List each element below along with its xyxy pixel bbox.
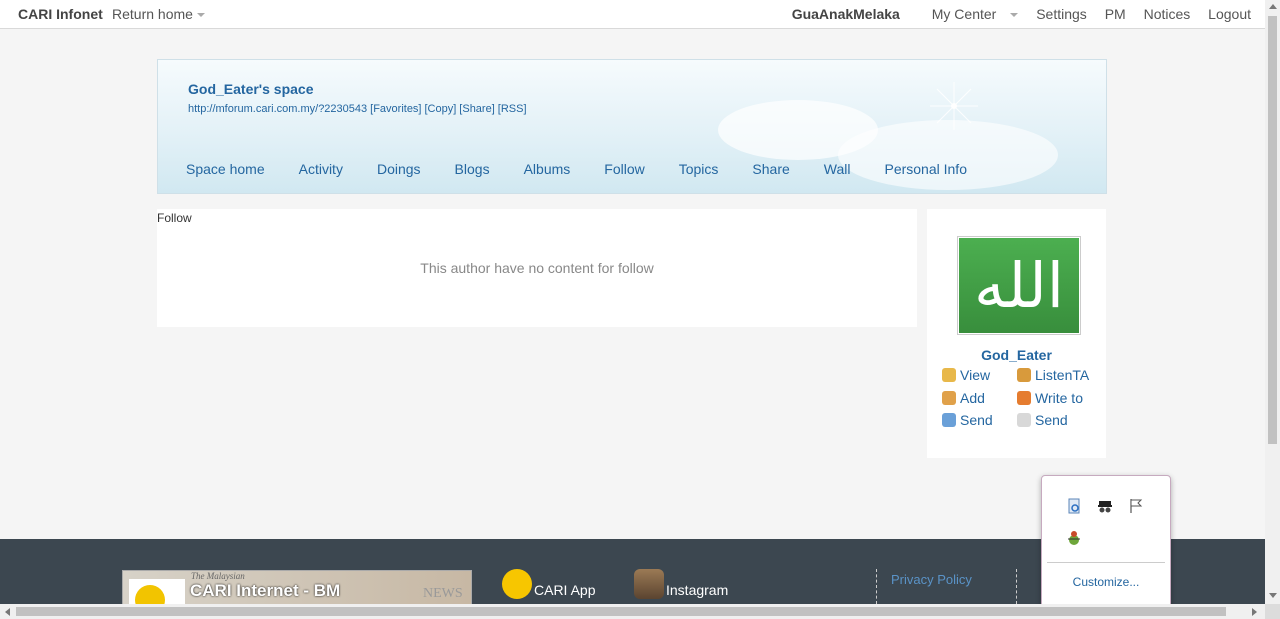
promo-text: CARI Internet - BM bbox=[190, 581, 341, 600]
pm-link[interactable]: PM bbox=[1105, 6, 1126, 22]
settings-link[interactable]: Settings bbox=[1036, 6, 1087, 22]
bug-icon[interactable] bbox=[1066, 530, 1082, 546]
send-greeting-action[interactable]: Send bbox=[942, 412, 993, 428]
scroll-up-icon[interactable] bbox=[1269, 4, 1277, 9]
cari-app-label: CARI App bbox=[534, 582, 596, 598]
space-url-link[interactable]: http://mforum.cari.com.my/?2230543 bbox=[188, 103, 367, 115]
handshake-icon bbox=[942, 391, 956, 405]
nav-doings[interactable]: Doings bbox=[377, 161, 421, 177]
send-label: Send bbox=[1035, 412, 1068, 428]
favorites-link[interactable]: [Favorites] bbox=[370, 103, 421, 115]
chat-user-icon bbox=[942, 413, 956, 427]
nav-follow[interactable]: Follow bbox=[604, 161, 644, 177]
top-navigation-bar: CARI Infonet Return home GuaAnakMelaka M… bbox=[0, 0, 1265, 29]
page-refresh-icon[interactable] bbox=[1066, 498, 1082, 514]
scrollbar-corner bbox=[1265, 604, 1280, 619]
nav-share[interactable]: Share bbox=[752, 161, 789, 177]
scroll-down-icon[interactable] bbox=[1269, 593, 1277, 598]
promo-logo bbox=[129, 579, 185, 605]
chevron-down-icon bbox=[196, 13, 205, 18]
empty-message: This author have no content for follow bbox=[420, 260, 654, 276]
view-action[interactable]: View bbox=[942, 367, 990, 383]
view-label: View bbox=[960, 367, 991, 383]
brand-link[interactable]: CARI Infonet bbox=[18, 6, 103, 22]
promo-news-text: NEWS bbox=[423, 586, 463, 601]
nav-albums[interactable]: Albums bbox=[524, 161, 571, 177]
profile-username[interactable]: God_Eater bbox=[927, 347, 1106, 363]
cari-app-icon bbox=[502, 569, 532, 599]
footer-divider bbox=[1016, 569, 1017, 604]
add-friend-action[interactable]: Add bbox=[942, 390, 985, 406]
horizontal-scrollbar[interactable] bbox=[0, 604, 1265, 619]
follow-panel: Follow This author have no content for f… bbox=[157, 209, 917, 327]
extensions-popup: Customize... bbox=[1041, 475, 1171, 610]
scroll-right-icon[interactable] bbox=[1252, 608, 1257, 616]
nav-activity[interactable]: Activity bbox=[299, 161, 343, 177]
section-label: Follow bbox=[157, 211, 192, 225]
megaphone-icon bbox=[942, 368, 956, 382]
avatar-image: الله bbox=[959, 238, 1079, 333]
notices-link[interactable]: Notices bbox=[1144, 6, 1191, 22]
envelope-icon bbox=[1017, 413, 1031, 427]
flag-icon[interactable] bbox=[1128, 498, 1144, 514]
my-center-label: My Center bbox=[931, 6, 997, 22]
write-to-label: Write to bbox=[1035, 390, 1083, 406]
logout-link[interactable]: Logout bbox=[1208, 6, 1251, 22]
cari-internet-promo[interactable]: The Malaysian CARI Internet - BM NEWS bbox=[122, 570, 472, 606]
chevron-down-icon bbox=[1010, 13, 1019, 18]
scroll-left-icon[interactable] bbox=[5, 608, 10, 616]
vertical-scroll-thumb[interactable] bbox=[1268, 16, 1277, 444]
spy-icon[interactable] bbox=[1097, 498, 1113, 514]
popup-separator bbox=[1047, 562, 1165, 563]
user-listen-icon bbox=[1017, 368, 1031, 382]
copy-link[interactable]: [Copy] bbox=[425, 103, 457, 115]
return-home-menu[interactable]: Return home bbox=[112, 6, 205, 22]
dandelion-icon bbox=[930, 82, 978, 130]
nav-space-home[interactable]: Space home bbox=[186, 161, 265, 177]
horizontal-scroll-thumb[interactable] bbox=[16, 607, 1226, 616]
nav-blogs[interactable]: Blogs bbox=[455, 161, 490, 177]
share-link[interactable]: [Share] bbox=[459, 103, 494, 115]
nav-personal-info[interactable]: Personal Info bbox=[884, 161, 967, 177]
profile-sidebar: الله God_Eater View ListenTA Add Write t… bbox=[927, 209, 1106, 458]
instagram-link[interactable]: Instagram bbox=[634, 569, 728, 599]
write-to-action[interactable]: Write to bbox=[1017, 390, 1083, 406]
promo-logo-ball bbox=[135, 585, 165, 605]
user-menu: GuaAnakMelaka My Center Settings PM Noti… bbox=[778, 6, 1251, 22]
nav-topics[interactable]: Topics bbox=[679, 161, 719, 177]
add-label: Add bbox=[960, 390, 985, 406]
send-label: Send bbox=[960, 412, 993, 428]
space-banner: God_Eater's space http://mforum.cari.com… bbox=[157, 59, 1107, 194]
instagram-label: Instagram bbox=[666, 582, 729, 598]
space-title[interactable]: God_Eater's space bbox=[188, 81, 314, 97]
cari-app-link[interactable]: CARI App bbox=[502, 569, 595, 599]
nav-wall[interactable]: Wall bbox=[824, 161, 851, 177]
current-user-link[interactable]: GuaAnakMelaka bbox=[792, 6, 900, 22]
space-links: http://mforum.cari.com.my/?2230543 [Favor… bbox=[188, 103, 530, 115]
listen-label: ListenTA bbox=[1035, 367, 1090, 383]
promo-top-text: The Malaysian bbox=[191, 571, 245, 581]
rss-link[interactable]: [RSS] bbox=[498, 103, 527, 115]
avatar[interactable]: الله bbox=[957, 236, 1081, 335]
listen-action[interactable]: ListenTA bbox=[1017, 367, 1089, 383]
return-home-label: Return home bbox=[112, 6, 193, 22]
privacy-policy-link[interactable]: Privacy Policy bbox=[891, 572, 972, 587]
instagram-icon bbox=[634, 569, 664, 599]
pencil-icon bbox=[1017, 391, 1031, 405]
space-nav: Space home Activity Doings Blogs Albums Follo… bbox=[186, 161, 1001, 177]
customize-link[interactable]: Customize... bbox=[1042, 575, 1170, 589]
footer-divider bbox=[876, 569, 877, 604]
vertical-scrollbar[interactable] bbox=[1265, 0, 1280, 604]
send-message-action[interactable]: Send bbox=[1017, 412, 1068, 428]
my-center-menu[interactable]: My Center bbox=[918, 6, 1019, 22]
